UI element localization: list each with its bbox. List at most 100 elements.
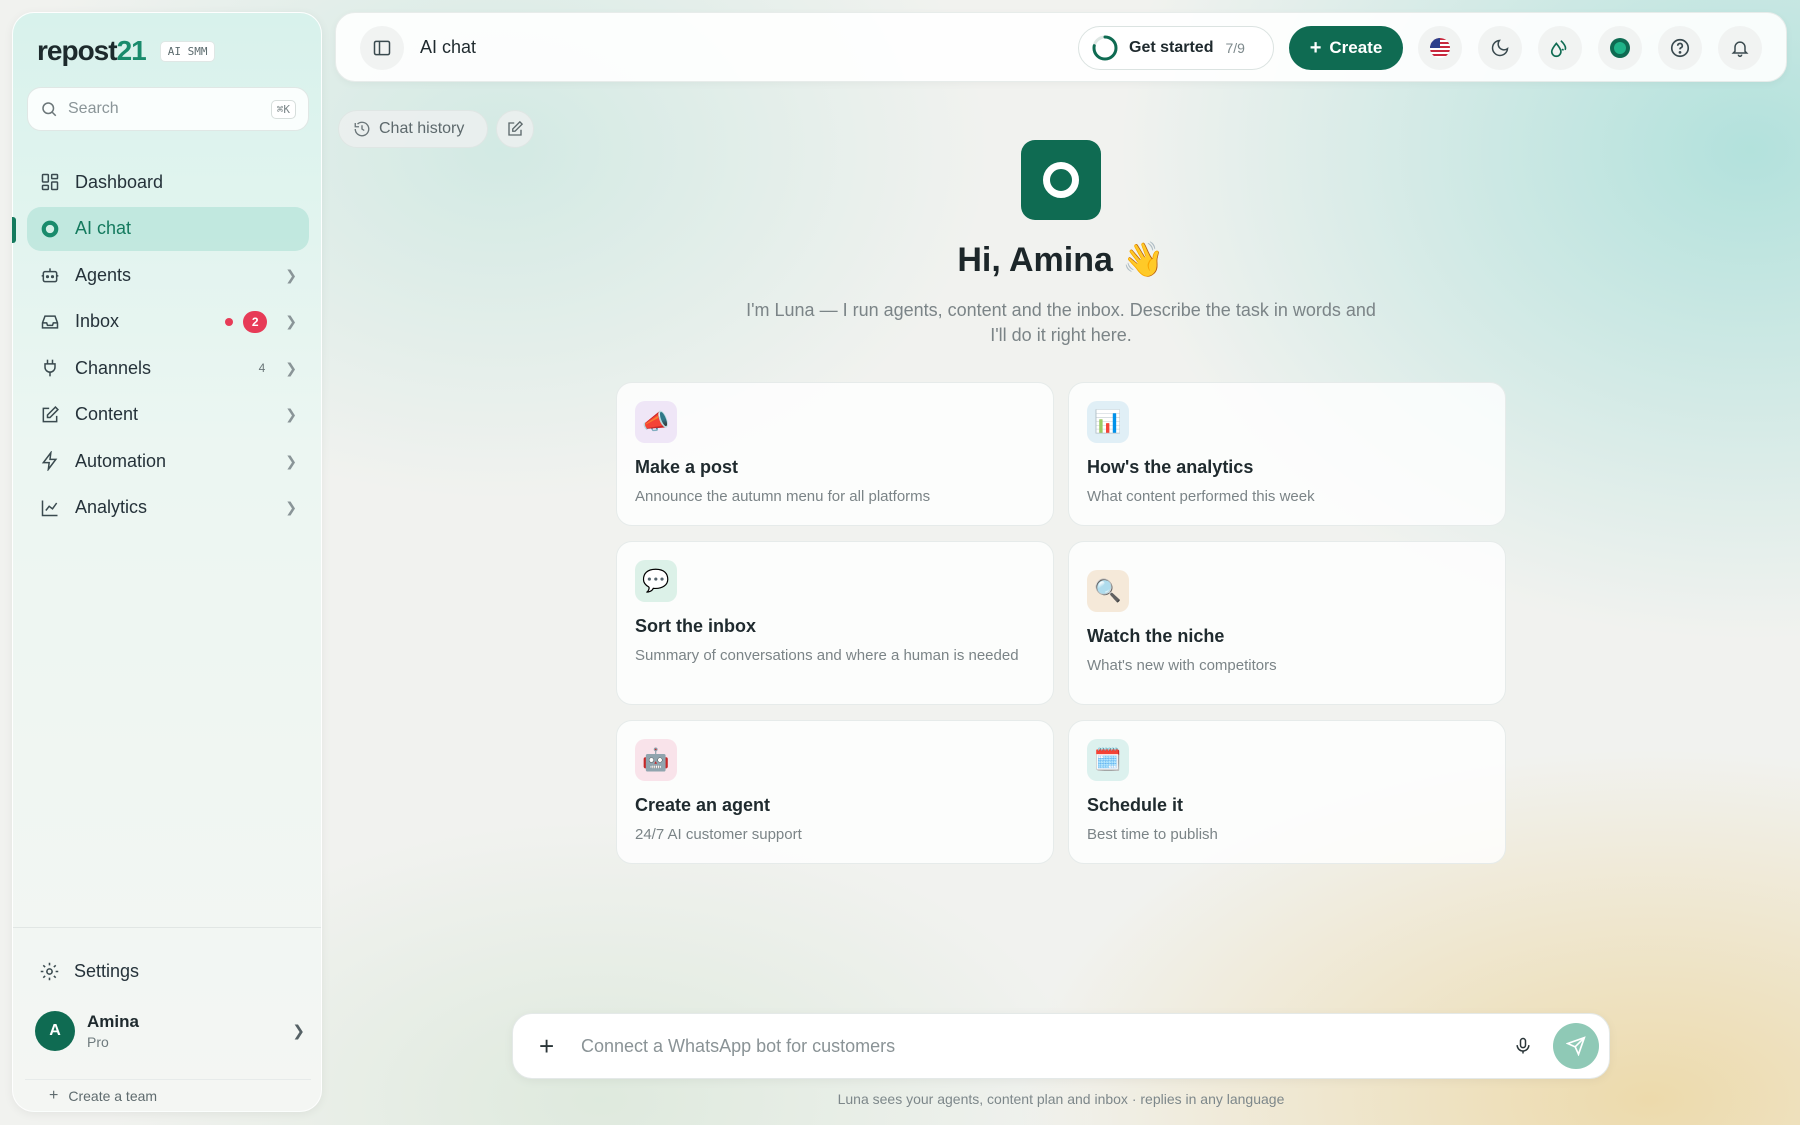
sidebar-item-content[interactable]: Content ❯ <box>27 393 309 437</box>
attach-plus-icon[interactable]: + <box>539 1031 563 1062</box>
sidebar-item-agents[interactable]: Agents ❯ <box>27 253 309 297</box>
create-label: Create <box>1329 38 1383 57</box>
theme-toggle-button[interactable] <box>1478 26 1522 70</box>
sidebar-item-automation[interactable]: Automation ❯ <box>27 439 309 483</box>
suggestion-card-watch-niche[interactable]: 🔍 Watch the niche What's new with compet… <box>1068 541 1506 705</box>
sidebar-item-label: Analytics <box>75 497 148 517</box>
brand-name-part1: repost <box>37 35 118 66</box>
brand-name-part2: 21 <box>116 35 147 66</box>
drops-icon <box>1549 37 1571 59</box>
sidebar-item-ai-chat[interactable]: AI chat <box>12 206 309 251</box>
create-team-button[interactable]: + Create a team <box>25 1079 311 1105</box>
suggestion-card-create-agent[interactable]: 🤖 Create an agent 24/7 AI customer suppo… <box>616 720 1054 864</box>
notifications-button[interactable] <box>1718 26 1762 70</box>
unread-dot <box>225 317 234 326</box>
sidebar: repost21 AI SMM Search ⌘K Dashboard AI c… <box>12 12 322 1112</box>
user-plan: Pro <box>87 1034 109 1050</box>
speech-bubble-icon: 💬 <box>635 560 677 602</box>
progress-ring-icon <box>1091 34 1119 62</box>
user-name: Amina <box>87 1012 139 1031</box>
luna-logo-icon <box>1043 162 1079 198</box>
bell-icon <box>1730 38 1750 58</box>
send-button[interactable] <box>1553 1023 1599 1069</box>
channels-count: 4 <box>258 361 266 375</box>
search-icon <box>40 100 58 118</box>
card-title: Schedule it <box>1087 795 1184 815</box>
card-title: Watch the niche <box>1087 626 1225 646</box>
suggestion-card-schedule[interactable]: 🗓️ Schedule it Best time to publish <box>1068 720 1506 864</box>
brand-badge: AI SMM <box>159 40 216 62</box>
card-title: How's the analytics <box>1087 457 1254 477</box>
robot-icon <box>39 264 61 286</box>
suggestion-card-make-post[interactable]: 📣 Make a post Announce the autumn menu f… <box>616 382 1054 526</box>
sidebar-nav: Dashboard AI chat Agents ❯ Inbox 2 ❯ Cha… <box>12 160 309 532</box>
chat-history-button[interactable]: Chat history <box>338 110 488 148</box>
card-description: Best time to publish <box>1087 826 1218 843</box>
history-icon <box>353 120 371 138</box>
page-title: AI chat <box>420 37 477 57</box>
brand-logo[interactable]: repost21 AI SMM <box>37 35 216 67</box>
sidebar-item-analytics[interactable]: Analytics ❯ <box>27 486 309 530</box>
get-started-progress: 7/9 <box>1225 40 1245 56</box>
suggestion-card-sort-inbox[interactable]: 💬 Sort the inbox Summary of conversation… <box>616 541 1054 705</box>
sidebar-toggle-button[interactable] <box>360 26 404 70</box>
sidebar-item-label: Automation <box>75 450 167 471</box>
chat-input[interactable] <box>581 1035 1507 1057</box>
line-chart-icon <box>39 497 61 519</box>
card-title: Sort the inbox <box>635 616 756 636</box>
status-button[interactable] <box>1598 26 1642 70</box>
card-title: Create an agent <box>635 795 771 815</box>
luna-logo <box>1021 140 1101 220</box>
sidebar-toggle-icon <box>372 38 392 58</box>
sidebar-item-label: AI chat <box>75 218 132 238</box>
suggestion-card-analytics[interactable]: 📊 How's the analytics What content perfo… <box>1068 382 1506 526</box>
plus-icon: + <box>1309 36 1322 59</box>
sidebar-item-label: Dashboard <box>75 171 164 192</box>
language-button[interactable] <box>1418 26 1462 70</box>
user-profile[interactable]: A Amina Pro ❯ <box>35 1003 305 1059</box>
greeting-subtitle: I'm Luna — I run agents, content and the… <box>746 300 1376 345</box>
microphone-icon[interactable] <box>1507 1035 1539 1057</box>
sidebar-item-label: Inbox <box>75 311 120 331</box>
sidebar-item-channels[interactable]: Channels 4 ❯ <box>27 346 309 390</box>
create-team-label: Create a team <box>68 1087 158 1104</box>
us-flag-icon <box>1430 38 1450 58</box>
get-started-label: Get started <box>1129 39 1214 56</box>
sidebar-item-label: Channels <box>75 357 152 378</box>
plus-icon: + <box>49 1086 59 1104</box>
sidebar-item-inbox[interactable]: Inbox 2 ❯ <box>27 300 309 344</box>
edit-icon <box>39 404 61 426</box>
inbox-icon <box>39 311 61 333</box>
sidebar-item-label: Agents <box>75 264 132 285</box>
ai-chat-icon <box>39 218 61 240</box>
active-indicator <box>12 216 16 243</box>
chevron-right-icon: ❯ <box>285 406 297 422</box>
card-description: What content performed this week <box>1087 488 1315 505</box>
search-shortcut: ⌘K <box>270 99 296 119</box>
inbox-badge: 2 <box>243 310 268 333</box>
help-button[interactable] <box>1658 26 1702 70</box>
card-description: What's new with competitors <box>1087 657 1277 674</box>
chat-history-label: Chat history <box>379 120 465 137</box>
help-icon <box>1669 37 1691 59</box>
card-description: Announce the autumn menu for all platfor… <box>635 488 931 505</box>
avatar: A <box>35 1011 75 1051</box>
search-input[interactable]: Search ⌘K <box>27 87 309 131</box>
compose-icon <box>506 120 524 138</box>
sidebar-divider <box>13 927 321 928</box>
create-button[interactable]: + Create <box>1289 26 1403 70</box>
greeting-title: Hi, Amina 👋 <box>957 241 1165 279</box>
bolt-icon <box>39 450 61 472</box>
new-chat-button[interactable] <box>496 110 534 148</box>
sidebar-item-settings[interactable]: Settings <box>39 961 139 982</box>
search-placeholder: Search <box>68 100 119 117</box>
send-icon <box>1566 1036 1586 1056</box>
gear-icon <box>39 961 60 982</box>
drops-button[interactable] <box>1538 26 1582 70</box>
top-bar: AI chat Get started 7/9 + Create <box>335 12 1787 82</box>
robot-face-icon: 🤖 <box>635 739 677 781</box>
get-started-button[interactable]: Get started 7/9 <box>1078 26 1274 70</box>
sidebar-item-dashboard[interactable]: Dashboard <box>27 160 309 204</box>
bar-chart-icon: 📊 <box>1087 401 1129 443</box>
chevron-right-icon: ❯ <box>285 359 297 376</box>
